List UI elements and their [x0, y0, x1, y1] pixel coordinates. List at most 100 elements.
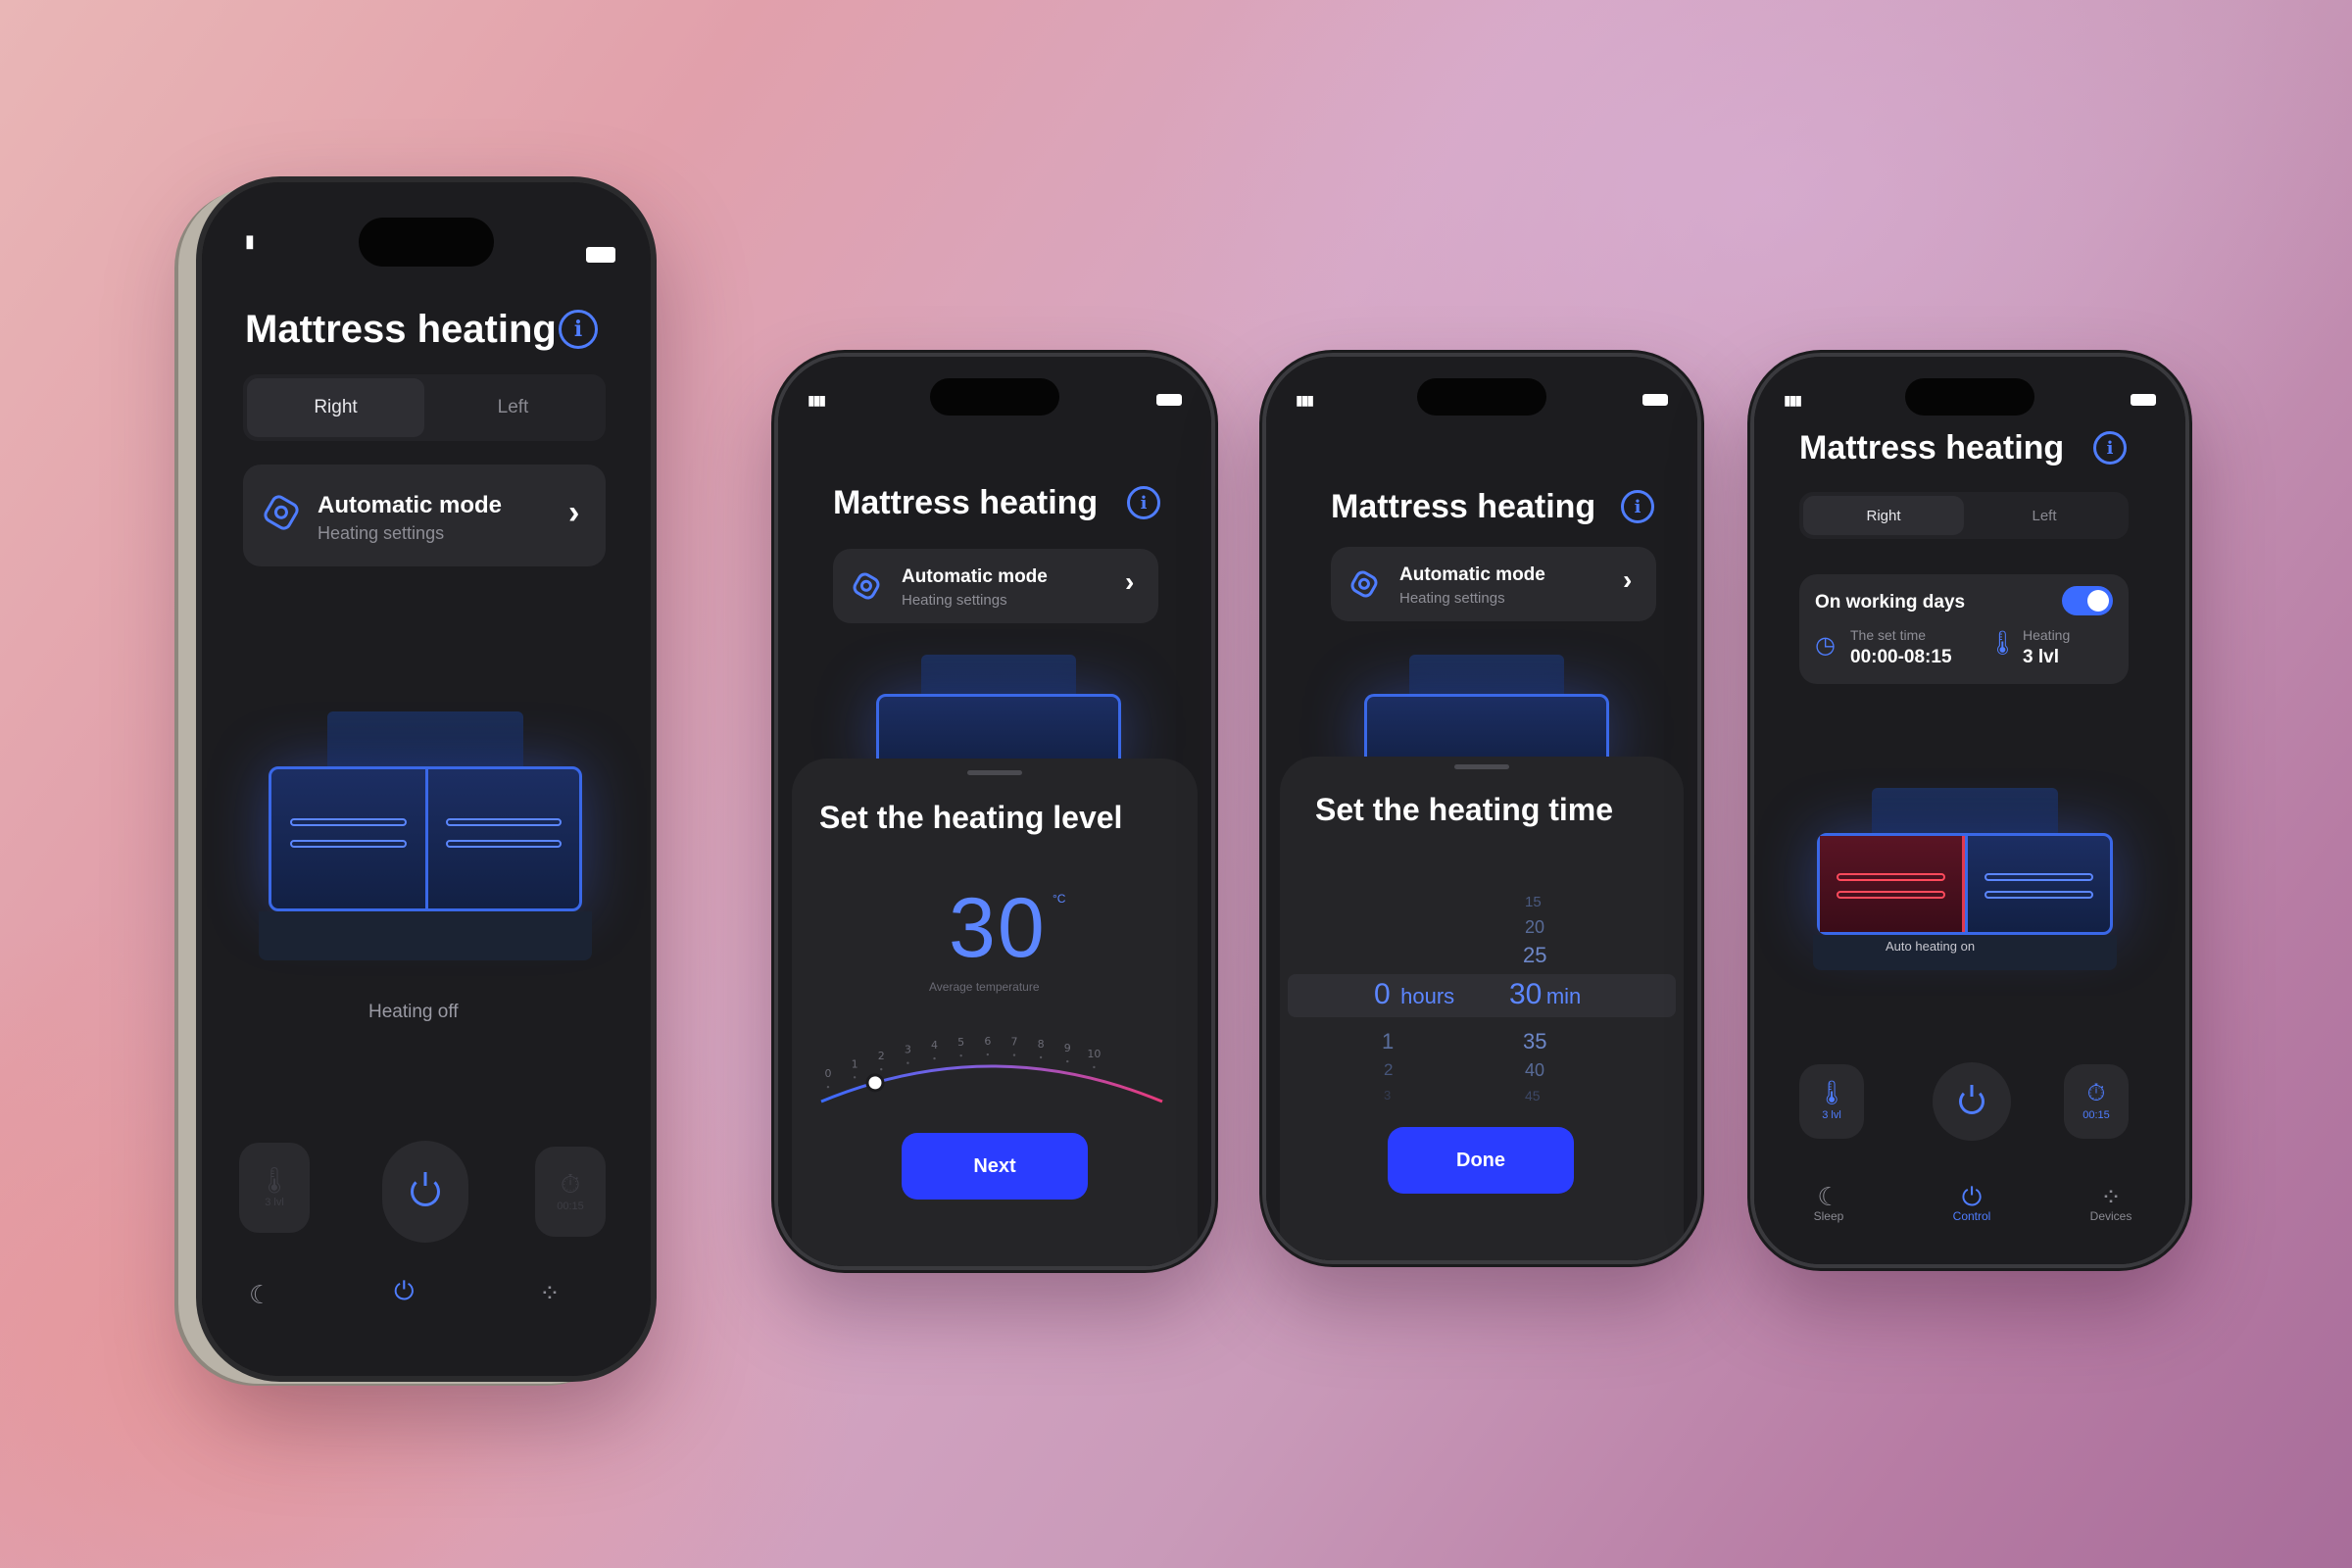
slider-knob[interactable]: [865, 1073, 885, 1093]
heating-level-button[interactable]: 🌡 3 lvl: [1799, 1064, 1864, 1139]
scale-label: 2: [878, 1050, 885, 1062]
scale-tick: [1093, 1065, 1096, 1069]
chevron-right-icon: ›: [1623, 564, 1633, 595]
card-title: Automatic mode: [318, 492, 503, 518]
signal-icon: ▮▮▮: [808, 392, 826, 408]
signal-icon: ▮▮▮: [1784, 392, 1802, 408]
sheet-title: Set the heating time: [1315, 792, 1614, 827]
dynamic-island: [359, 218, 494, 267]
tab-left[interactable]: Left: [1964, 496, 2125, 535]
scale-label: 5: [957, 1036, 964, 1049]
side-selector: Right Left: [243, 374, 606, 441]
schedule-card[interactable]: On working days ◷ The set time 00:00-08:…: [1799, 574, 2129, 684]
minutes-option[interactable]: 20: [1525, 917, 1544, 938]
minutes-option[interactable]: 15: [1525, 894, 1542, 910]
power-button[interactable]: [1933, 1062, 2011, 1141]
info-icon[interactable]: i: [1621, 490, 1654, 523]
screen: ▮ Mattress heating i Right Left Automati…: [202, 182, 651, 1376]
info-icon[interactable]: i: [559, 310, 598, 349]
battery-icon: [2131, 394, 2156, 406]
minutes-option[interactable]: 25: [1523, 943, 1546, 968]
automatic-mode-card[interactable]: Automatic mode Heating settings ›: [1331, 547, 1656, 621]
nav-control[interactable]: ⏻: [394, 1278, 415, 1303]
scale-tick: [1012, 1054, 1016, 1056]
bed-illustration: [249, 711, 602, 966]
moon-icon: ☾: [1817, 1182, 1840, 1211]
scale-label: 7: [1010, 1036, 1017, 1049]
scale-label: 3: [905, 1044, 911, 1056]
bed-illustration: [1813, 788, 2117, 984]
scale-tick: [1039, 1055, 1043, 1059]
sheet-title: Set the heating level: [819, 800, 1123, 835]
tab-right[interactable]: Right: [1803, 496, 1964, 535]
info-icon[interactable]: i: [1127, 486, 1160, 519]
scale-tick: [959, 1054, 962, 1057]
scale-label: 0: [824, 1067, 831, 1080]
dynamic-island: [1905, 378, 2034, 416]
battery-icon: [1642, 394, 1668, 406]
side-selector: Right Left: [1799, 492, 2129, 539]
heating-time-sheet: Set the heating time 0 hours 1 2 3 15 20…: [1280, 757, 1684, 1260]
scale-tick: [933, 1056, 936, 1060]
phone-heating-time: ▮▮▮ Mattress heating i Automatic mode He…: [1262, 353, 1701, 1264]
done-button[interactable]: Done: [1388, 1127, 1574, 1194]
temperature-caption: Average temperature: [929, 980, 1040, 994]
sheet-grabber[interactable]: [1454, 764, 1509, 769]
sheet-grabber[interactable]: [967, 770, 1022, 775]
moon-icon: ☾: [249, 1280, 272, 1309]
scale-tick: [880, 1067, 883, 1071]
thermometer-icon: 🌡: [1987, 630, 2018, 657]
grid-icon: ⁘: [2100, 1182, 2122, 1211]
time-label: The set time: [1850, 627, 1927, 643]
clock-icon: ◷: [1815, 632, 1836, 659]
timer-button[interactable]: ⏱ 00:15: [2064, 1064, 2129, 1139]
nav-devices[interactable]: ⁘: [539, 1280, 561, 1305]
heating-level-button[interactable]: 🌡 3 lvl: [239, 1143, 310, 1233]
heating-level-label: 3 lvl: [265, 1197, 284, 1208]
nav-sleep[interactable]: ☾: [249, 1282, 271, 1307]
hours-picker-selected[interactable]: 0 hours: [1374, 978, 1454, 1011]
minutes-option[interactable]: 40: [1525, 1060, 1544, 1081]
heating-level-slider[interactable]: 0 1 2 3 4 5 6 7 8 9 10: [815, 1021, 1168, 1109]
nav-devices[interactable]: ⁘ Devices: [2076, 1184, 2146, 1223]
scale-label: 1: [852, 1057, 858, 1070]
hours-option[interactable]: 2: [1384, 1060, 1393, 1080]
tab-left[interactable]: Left: [424, 378, 602, 437]
nav-control[interactable]: ⏻ Control: [1936, 1184, 2007, 1223]
bed-status-caption: Heating off: [368, 1002, 459, 1022]
power-icon: [411, 1177, 440, 1206]
scale-label: 6: [984, 1035, 991, 1048]
nav-sleep[interactable]: ☾ Sleep: [1799, 1184, 1858, 1223]
schedule-toggle[interactable]: [2062, 586, 2113, 615]
page-title: Mattress heating: [833, 484, 1099, 521]
automatic-mode-card[interactable]: Automatic mode Heating settings ›: [833, 549, 1158, 623]
hours-option[interactable]: 3: [1384, 1088, 1391, 1102]
timer-button[interactable]: ⏱ 00:15: [535, 1147, 606, 1237]
automatic-mode-card[interactable]: Automatic mode Heating settings ›: [243, 465, 606, 566]
chevron-right-icon: ›: [568, 494, 580, 531]
schedule-title: On working days: [1815, 592, 1966, 612]
page-title: Mattress heating: [245, 308, 557, 351]
minutes-unit: min: [1545, 984, 1582, 1008]
minutes-value: 30: [1509, 978, 1543, 1010]
next-button[interactable]: Next: [902, 1133, 1088, 1200]
card-subtitle: Heating settings: [1399, 590, 1505, 607]
minutes-option[interactable]: 35: [1523, 1029, 1546, 1054]
heat-label: Heating: [2023, 627, 2071, 643]
dynamic-island: [1417, 378, 1546, 416]
hours-option[interactable]: 1: [1382, 1029, 1394, 1054]
power-button[interactable]: [382, 1141, 468, 1243]
temperature-value: 30: [949, 881, 1047, 975]
minutes-picker-selected[interactable]: 30 min: [1509, 978, 1581, 1011]
minutes-option[interactable]: 45: [1525, 1088, 1541, 1103]
signal-icon: ▮: [245, 231, 255, 251]
thermometer-icon: 🌡: [258, 1165, 291, 1195]
hours-value: 0: [1374, 978, 1391, 1010]
power-icon: [1959, 1089, 1984, 1114]
info-icon[interactable]: i: [2093, 431, 2127, 465]
stopwatch-icon: ⏱: [2086, 1080, 2106, 1106]
tab-right[interactable]: Right: [247, 378, 424, 437]
heating-level-sheet: Set the heating level 30 °C Average temp…: [792, 759, 1198, 1266]
nav-sleep-label: Sleep: [1813, 1209, 1844, 1223]
thermometer-icon: 🌡: [1816, 1080, 1847, 1106]
